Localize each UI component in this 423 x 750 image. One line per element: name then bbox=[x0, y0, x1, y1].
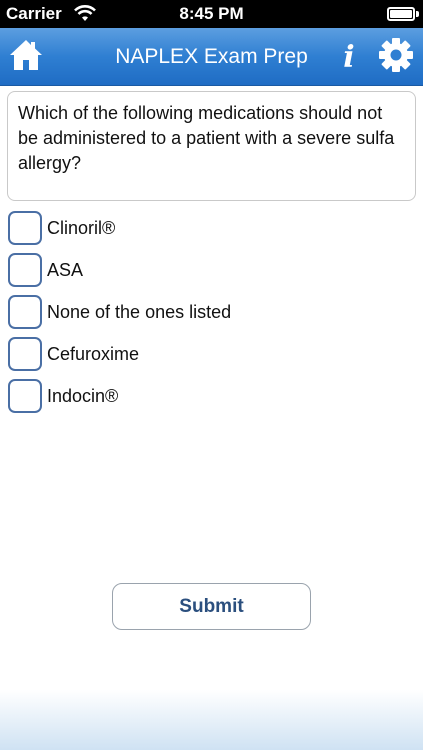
status-bar: Carrier 8:45 PM bbox=[0, 0, 423, 28]
option-row[interactable]: ASA bbox=[8, 249, 408, 291]
clock-time: 8:45 PM bbox=[179, 4, 244, 23]
option-label: Clinoril® bbox=[47, 217, 116, 238]
checkbox[interactable] bbox=[8, 253, 42, 287]
option-row[interactable]: Clinoril® bbox=[8, 207, 408, 249]
option-label: ASA bbox=[47, 259, 84, 280]
option-label: Cefuroxime bbox=[47, 343, 140, 364]
option-row[interactable]: Indocin® bbox=[8, 375, 408, 417]
home-icon bbox=[8, 38, 44, 77]
submit-button[interactable]: Submit bbox=[112, 583, 311, 630]
checkbox[interactable] bbox=[8, 295, 42, 329]
question-text-box: Which of the following medications shoul… bbox=[7, 91, 416, 201]
battery-icon bbox=[387, 7, 415, 21]
home-button[interactable] bbox=[4, 28, 48, 86]
option-row[interactable]: None of the ones listed bbox=[8, 291, 408, 333]
nav-bar: NAPLEX Exam Prep i bbox=[0, 28, 423, 86]
info-icon: i bbox=[343, 39, 355, 75]
checkbox[interactable] bbox=[8, 211, 42, 245]
settings-button[interactable] bbox=[372, 28, 420, 86]
option-row[interactable]: Cefuroxime bbox=[8, 333, 408, 375]
answer-options: Clinoril® ASA None of the ones listed Ce… bbox=[8, 207, 408, 417]
battery-tip bbox=[416, 11, 419, 17]
question-text: Which of the following medications shoul… bbox=[18, 103, 395, 173]
checkbox[interactable] bbox=[8, 379, 42, 413]
option-label: None of the ones listed bbox=[47, 301, 232, 322]
gear-icon bbox=[378, 37, 414, 78]
checkbox[interactable] bbox=[8, 337, 42, 371]
option-label: Indocin® bbox=[47, 385, 119, 406]
info-button[interactable]: i bbox=[334, 28, 364, 86]
